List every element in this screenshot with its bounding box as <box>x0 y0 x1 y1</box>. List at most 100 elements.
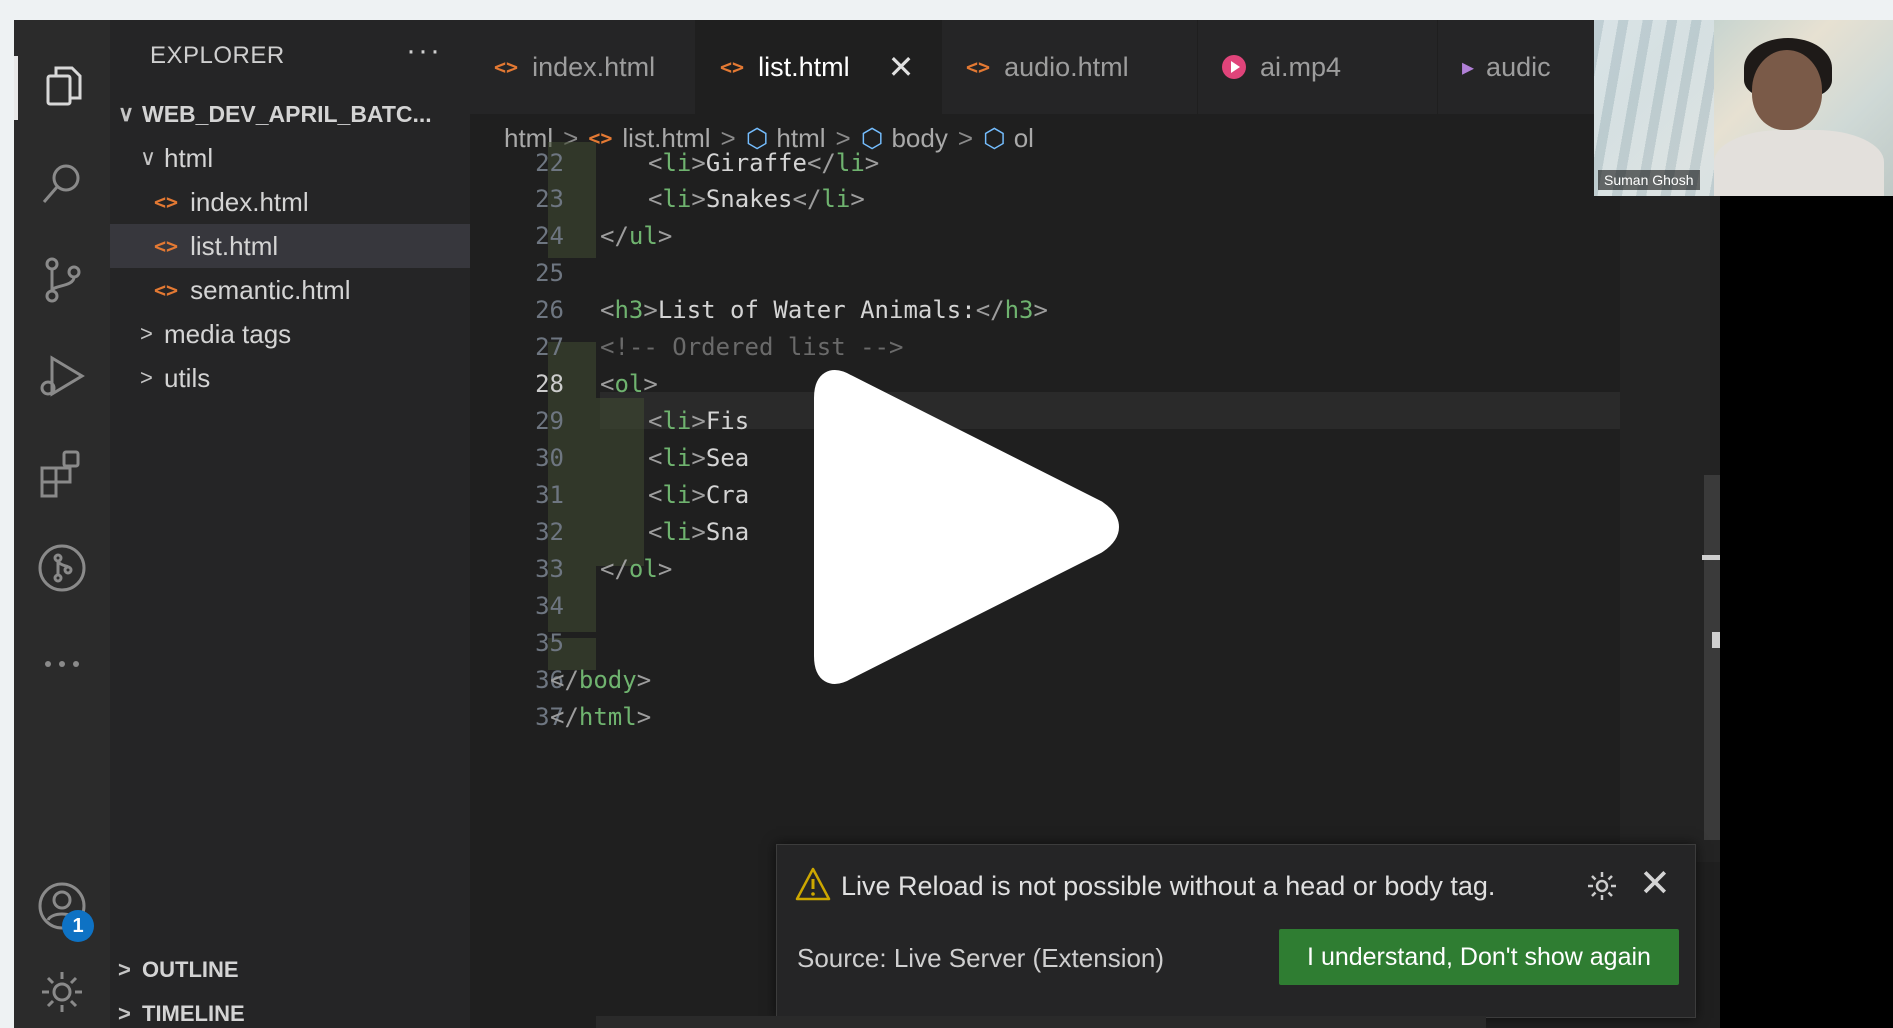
tab-list-html[interactable]: <> list.html ✕ <box>696 20 942 114</box>
explorer-more-icon[interactable]: ··· <box>406 34 442 68</box>
webcam-person <box>1752 50 1822 130</box>
code-text: </html> <box>550 702 652 731</box>
live-reload-notification: Live Reload is not possible without a he… <box>776 844 1696 1018</box>
folder-media-tags[interactable]: > media tags <box>110 312 470 356</box>
panel-edge <box>596 1016 1486 1028</box>
workspace-root-label: WEB_DEV_APRIL_BATC... <box>142 100 432 127</box>
activity-bar: 1 <box>14 20 110 1028</box>
tab-label: audic <box>1486 51 1551 82</box>
outline-section[interactable]: > OUTLINE <box>110 948 470 992</box>
line-number: 34 <box>535 591 564 620</box>
code-text: <li>Sna <box>648 517 750 546</box>
search-icon[interactable] <box>14 144 110 224</box>
explorer-sidebar: EXPLORER ··· ∨ WEB_DEV_APRIL_BATC... ∨ h… <box>110 20 470 1028</box>
video-letterbox <box>1720 176 1893 1028</box>
line-number: 24 <box>535 221 564 250</box>
extensions-icon[interactable] <box>14 432 110 512</box>
line-number: 32 <box>535 517 564 546</box>
outline-label: OUTLINE <box>142 957 239 982</box>
html-file-icon: <> <box>494 55 519 79</box>
folder-utils[interactable]: > utils <box>110 356 470 400</box>
file-semantic-html[interactable]: <> semantic.html <box>110 268 470 312</box>
explorer-title: EXPLORER <box>150 42 285 69</box>
chevron-down-icon: ∨ <box>118 101 135 126</box>
close-icon[interactable]: ✕ <box>1639 861 1671 906</box>
webcam-name-label: Suman Ghosh <box>1598 170 1700 190</box>
chevron-down-icon: ∨ <box>140 145 157 170</box>
code-line: 22 <li>Giraffe</li> <box>470 144 1620 181</box>
code-text: <li>Fis <box>648 406 750 435</box>
git-graph-icon[interactable] <box>14 528 110 608</box>
folder-html[interactable]: ∨ html <box>110 136 470 180</box>
html-file-icon: <> <box>154 234 179 258</box>
code-text: <ol> <box>600 369 658 398</box>
code-text: </ul> <box>600 221 673 250</box>
tab-label: index.html <box>532 51 656 82</box>
code-text: <li>Snakes</li> <box>648 184 865 213</box>
line-number: 31 <box>535 480 564 509</box>
dont-show-again-button[interactable]: I understand, Don't show again <box>1279 929 1679 985</box>
line-number: 26 <box>535 295 564 324</box>
line-number: 29 <box>535 406 564 435</box>
gear-icon[interactable] <box>1585 869 1619 903</box>
chevron-right-icon: > <box>140 365 153 390</box>
line-number: 30 <box>535 443 564 472</box>
line-number: 28 <box>535 369 564 398</box>
run-debug-icon[interactable] <box>14 336 110 416</box>
timeline-label: TIMELINE <box>142 1001 245 1026</box>
tab-label: audio.html <box>1004 51 1129 82</box>
code-line: 25 <box>470 254 1620 291</box>
tab-ai-mp4[interactable]: ai.mp4 <box>1198 20 1438 114</box>
explorer-icon[interactable] <box>14 48 110 128</box>
tab-label: list.html <box>758 51 850 82</box>
notification-message: Live Reload is not possible without a he… <box>841 871 1496 901</box>
warning-icon <box>795 867 831 901</box>
close-tab-icon[interactable]: ✕ <box>888 48 915 86</box>
tab-index-html[interactable]: <> index.html <box>470 20 696 114</box>
file-label: semantic.html <box>190 274 351 305</box>
code-text: <li>Giraffe</li> <box>648 148 880 177</box>
account-badge: 1 <box>62 910 94 942</box>
more-icon[interactable] <box>14 624 110 704</box>
code-text: </body> <box>550 665 652 694</box>
html-file-icon: <> <box>966 55 991 79</box>
tab-audio-html[interactable]: <> audio.html <box>942 20 1198 114</box>
line-number: 23 <box>535 184 564 213</box>
code-line: 26 <h3>List of Water Animals:</h3> <box>470 291 1620 328</box>
code-line: 23 <li>Snakes</li> <box>470 180 1620 217</box>
code-line: 24 </ul> <box>470 217 1620 254</box>
chevron-right-icon: > <box>118 1001 131 1026</box>
chevron-right-icon: > <box>118 957 131 982</box>
source-control-icon[interactable] <box>14 240 110 320</box>
html-file-icon: <> <box>154 190 179 214</box>
video-file-icon <box>1222 55 1246 79</box>
folder-label: media tags <box>164 318 292 349</box>
code-text: <h3>List of Water Animals:</h3> <box>600 295 1048 324</box>
folder-label: html <box>164 142 214 173</box>
speaker-icon: ▸ <box>1462 53 1475 81</box>
code-text: <li>Sea <box>648 443 750 472</box>
file-label: index.html <box>190 186 309 217</box>
line-number: 35 <box>535 628 564 657</box>
folder-label: utils <box>164 362 211 393</box>
account-icon[interactable] <box>14 866 110 946</box>
html-file-icon: <> <box>720 55 745 79</box>
settings-gear-icon[interactable] <box>14 952 110 1028</box>
code-text: <li>Cra <box>648 480 750 509</box>
workspace-root[interactable]: ∨ WEB_DEV_APRIL_BATC... <box>110 92 470 136</box>
timeline-section[interactable]: > TIMELINE <box>110 992 470 1028</box>
webcam-person <box>1714 130 1884 196</box>
html-file-icon: <> <box>154 278 179 302</box>
file-list-html[interactable]: <> list.html <box>110 224 470 268</box>
code-text: </ol> <box>600 554 673 583</box>
play-icon[interactable] <box>806 356 1120 698</box>
notification-source: Source: Live Server (Extension) <box>797 943 1165 973</box>
scrollbar-marker <box>1712 632 1720 648</box>
line-number: 22 <box>535 148 564 177</box>
line-number: 27 <box>535 332 564 361</box>
tab-label: ai.mp4 <box>1260 51 1342 82</box>
chevron-right-icon: > <box>140 321 153 346</box>
file-index-html[interactable]: <> index.html <box>110 180 470 224</box>
code-line: 37 </html> <box>470 698 1620 735</box>
line-number: 25 <box>535 258 564 287</box>
